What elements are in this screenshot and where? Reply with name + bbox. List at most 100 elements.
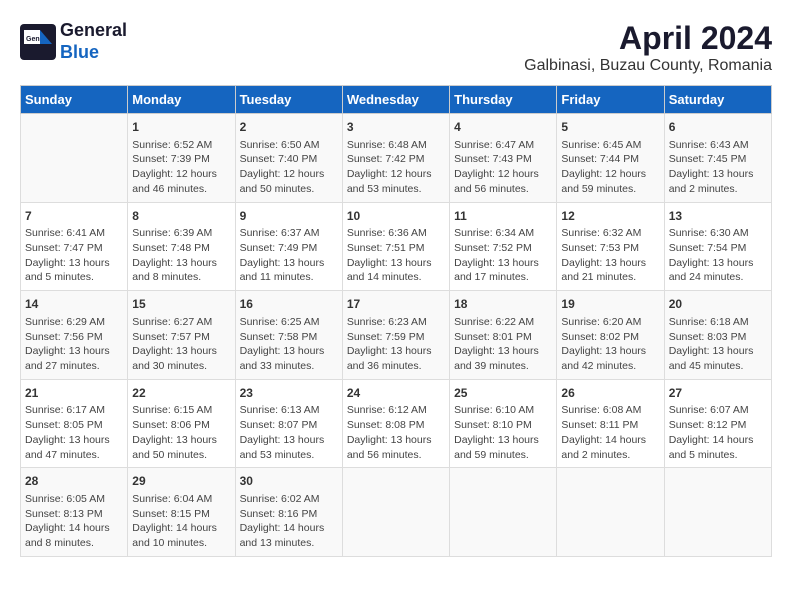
cell-content: Sunrise: 6:10 AM Sunset: 8:10 PM Dayligh… bbox=[454, 403, 552, 462]
column-header-friday: Friday bbox=[557, 86, 664, 114]
day-number: 2 bbox=[240, 119, 338, 136]
cell-content: Sunrise: 6:29 AM Sunset: 7:56 PM Dayligh… bbox=[25, 315, 123, 374]
day-number: 11 bbox=[454, 208, 552, 225]
logo: Gen General Blue bbox=[20, 20, 127, 63]
day-number: 26 bbox=[561, 385, 659, 402]
calendar-cell: 9Sunrise: 6:37 AM Sunset: 7:49 PM Daylig… bbox=[235, 202, 342, 291]
day-number: 12 bbox=[561, 208, 659, 225]
calendar-cell: 22Sunrise: 6:15 AM Sunset: 8:06 PM Dayli… bbox=[128, 379, 235, 468]
calendar-cell: 11Sunrise: 6:34 AM Sunset: 7:52 PM Dayli… bbox=[450, 202, 557, 291]
calendar-cell: 28 Sunrise: 6:05 AM Sunset: 8:13 PM Dayli… bbox=[21, 468, 128, 557]
day-number: 24 bbox=[347, 385, 445, 402]
header-row: SundayMondayTuesdayWednesdayThursdayFrid… bbox=[21, 86, 772, 114]
calendar-cell: 26Sunrise: 6:08 AM Sunset: 8:11 PM Dayli… bbox=[557, 379, 664, 468]
week-row-1: 1 Sunrise: 6:52 AM Sunset: 7:39 PM Daylig… bbox=[21, 114, 772, 203]
calendar-cell: 30 Sunrise: 6:02 AM Sunset: 8:16 PM Dayli… bbox=[235, 468, 342, 557]
cell-content: Sunrise: 6:15 AM Sunset: 8:06 PM Dayligh… bbox=[132, 403, 230, 462]
calendar-table: SundayMondayTuesdayWednesdayThursdayFrid… bbox=[20, 85, 772, 557]
day-number: 27 bbox=[669, 385, 767, 402]
day-number: 25 bbox=[454, 385, 552, 402]
calendar-cell: 20 Sunrise: 6:18 AM Sunset: 8:03 PM Dayli… bbox=[664, 291, 771, 380]
day-number: 18 bbox=[454, 296, 552, 313]
calendar-cell: 2Sunrise: 6:50 AM Sunset: 7:40 PM Daylig… bbox=[235, 114, 342, 203]
day-number: 5 bbox=[561, 119, 659, 136]
svg-text:Gen: Gen bbox=[26, 36, 40, 43]
day-number: 21 bbox=[25, 385, 123, 402]
cell-content: Sunrise: 6:02 AM Sunset: 8:16 PM Dayligh… bbox=[240, 492, 338, 551]
column-header-tuesday: Tuesday bbox=[235, 86, 342, 114]
page-title: April 2024 bbox=[524, 20, 772, 57]
cell-content: Sunrise: 6:20 AM Sunset: 8:02 PM Dayligh… bbox=[561, 315, 659, 374]
day-number: 17 bbox=[347, 296, 445, 313]
cell-content: Sunrise: 6:47 AM Sunset: 7:43 PM Dayligh… bbox=[454, 138, 552, 197]
calendar-cell: 8Sunrise: 6:39 AM Sunset: 7:48 PM Daylig… bbox=[128, 202, 235, 291]
calendar-cell: 4 Sunrise: 6:47 AM Sunset: 7:43 PM Daylig… bbox=[450, 114, 557, 203]
day-number: 7 bbox=[25, 208, 123, 225]
calendar-cell bbox=[342, 468, 449, 557]
day-number: 4 bbox=[454, 119, 552, 136]
calendar-cell: 16Sunrise: 6:25 AM Sunset: 7:58 PM Dayli… bbox=[235, 291, 342, 380]
cell-content: Sunrise: 6:37 AM Sunset: 7:49 PM Dayligh… bbox=[240, 226, 338, 285]
calendar-cell: 23Sunrise: 6:13 AM Sunset: 8:07 PM Dayli… bbox=[235, 379, 342, 468]
day-number: 22 bbox=[132, 385, 230, 402]
page-subtitle: Galbinasi, Buzau County, Romania bbox=[524, 57, 772, 75]
calendar-cell: 18 Sunrise: 6:22 AM Sunset: 8:01 PM Dayli… bbox=[450, 291, 557, 380]
cell-content: Sunrise: 6:34 AM Sunset: 7:52 PM Dayligh… bbox=[454, 226, 552, 285]
cell-content: Sunrise: 6:04 AM Sunset: 8:15 PM Dayligh… bbox=[132, 492, 230, 551]
column-header-monday: Monday bbox=[128, 86, 235, 114]
day-number: 29 bbox=[132, 473, 230, 490]
calendar-cell: 21Sunrise: 6:17 AM Sunset: 8:05 PM Dayli… bbox=[21, 379, 128, 468]
calendar-cell: 13Sunrise: 6:30 AM Sunset: 7:54 PM Dayli… bbox=[664, 202, 771, 291]
title-block: April 2024 Galbinasi, Buzau County, Roma… bbox=[524, 20, 772, 75]
week-row-3: 14Sunrise: 6:29 AM Sunset: 7:56 PM Dayli… bbox=[21, 291, 772, 380]
logo-name: General Blue bbox=[60, 20, 127, 63]
cell-content: Sunrise: 6:05 AM Sunset: 8:13 PM Dayligh… bbox=[25, 492, 123, 551]
calendar-cell: 10Sunrise: 6:36 AM Sunset: 7:51 PM Dayli… bbox=[342, 202, 449, 291]
cell-content: Sunrise: 6:36 AM Sunset: 7:51 PM Dayligh… bbox=[347, 226, 445, 285]
cell-content: Sunrise: 6:07 AM Sunset: 8:12 PM Dayligh… bbox=[669, 403, 767, 462]
calendar-cell: 17 Sunrise: 6:23 AM Sunset: 7:59 PM Dayli… bbox=[342, 291, 449, 380]
logo-icon: Gen bbox=[20, 24, 56, 60]
cell-content: Sunrise: 6:08 AM Sunset: 8:11 PM Dayligh… bbox=[561, 403, 659, 462]
calendar-cell: 3Sunrise: 6:48 AM Sunset: 7:42 PM Daylig… bbox=[342, 114, 449, 203]
cell-content: Sunrise: 6:18 AM Sunset: 8:03 PM Dayligh… bbox=[669, 315, 767, 374]
calendar-cell: 5Sunrise: 6:45 AM Sunset: 7:44 PM Daylig… bbox=[557, 114, 664, 203]
cell-content: Sunrise: 6:23 AM Sunset: 7:59 PM Dayligh… bbox=[347, 315, 445, 374]
calendar-cell: 25Sunrise: 6:10 AM Sunset: 8:10 PM Dayli… bbox=[450, 379, 557, 468]
day-number: 1 bbox=[132, 119, 230, 136]
calendar-cell: 7Sunrise: 6:41 AM Sunset: 7:47 PM Daylig… bbox=[21, 202, 128, 291]
cell-content: Sunrise: 6:43 AM Sunset: 7:45 PM Dayligh… bbox=[669, 138, 767, 197]
day-number: 6 bbox=[669, 119, 767, 136]
day-number: 15 bbox=[132, 296, 230, 313]
day-number: 23 bbox=[240, 385, 338, 402]
cell-content: Sunrise: 6:30 AM Sunset: 7:54 PM Dayligh… bbox=[669, 226, 767, 285]
day-number: 8 bbox=[132, 208, 230, 225]
cell-content: Sunrise: 6:32 AM Sunset: 7:53 PM Dayligh… bbox=[561, 226, 659, 285]
calendar-cell: 29 Sunrise: 6:04 AM Sunset: 8:15 PM Dayli… bbox=[128, 468, 235, 557]
calendar-cell bbox=[664, 468, 771, 557]
cell-content: Sunrise: 6:52 AM Sunset: 7:39 PM Dayligh… bbox=[132, 138, 230, 197]
cell-content: Sunrise: 6:41 AM Sunset: 7:47 PM Dayligh… bbox=[25, 226, 123, 285]
cell-content: Sunrise: 6:12 AM Sunset: 8:08 PM Dayligh… bbox=[347, 403, 445, 462]
calendar-cell: 1 Sunrise: 6:52 AM Sunset: 7:39 PM Daylig… bbox=[128, 114, 235, 203]
day-number: 30 bbox=[240, 473, 338, 490]
cell-content: Sunrise: 6:48 AM Sunset: 7:42 PM Dayligh… bbox=[347, 138, 445, 197]
column-header-saturday: Saturday bbox=[664, 86, 771, 114]
column-header-thursday: Thursday bbox=[450, 86, 557, 114]
calendar-cell: 6 Sunrise: 6:43 AM Sunset: 7:45 PM Daylig… bbox=[664, 114, 771, 203]
page-header: Gen General Blue April 2024 Galbinasi, B… bbox=[20, 20, 772, 75]
day-number: 20 bbox=[669, 296, 767, 313]
calendar-cell bbox=[21, 114, 128, 203]
calendar-cell: 24Sunrise: 6:12 AM Sunset: 8:08 PM Dayli… bbox=[342, 379, 449, 468]
day-number: 10 bbox=[347, 208, 445, 225]
cell-content: Sunrise: 6:22 AM Sunset: 8:01 PM Dayligh… bbox=[454, 315, 552, 374]
week-row-5: 28 Sunrise: 6:05 AM Sunset: 8:13 PM Dayli… bbox=[21, 468, 772, 557]
day-number: 13 bbox=[669, 208, 767, 225]
day-number: 28 bbox=[25, 473, 123, 490]
week-row-4: 21Sunrise: 6:17 AM Sunset: 8:05 PM Dayli… bbox=[21, 379, 772, 468]
calendar-cell bbox=[450, 468, 557, 557]
calendar-cell: 19 Sunrise: 6:20 AM Sunset: 8:02 PM Dayli… bbox=[557, 291, 664, 380]
cell-content: Sunrise: 6:17 AM Sunset: 8:05 PM Dayligh… bbox=[25, 403, 123, 462]
day-number: 19 bbox=[561, 296, 659, 313]
calendar-cell: 27Sunrise: 6:07 AM Sunset: 8:12 PM Dayli… bbox=[664, 379, 771, 468]
